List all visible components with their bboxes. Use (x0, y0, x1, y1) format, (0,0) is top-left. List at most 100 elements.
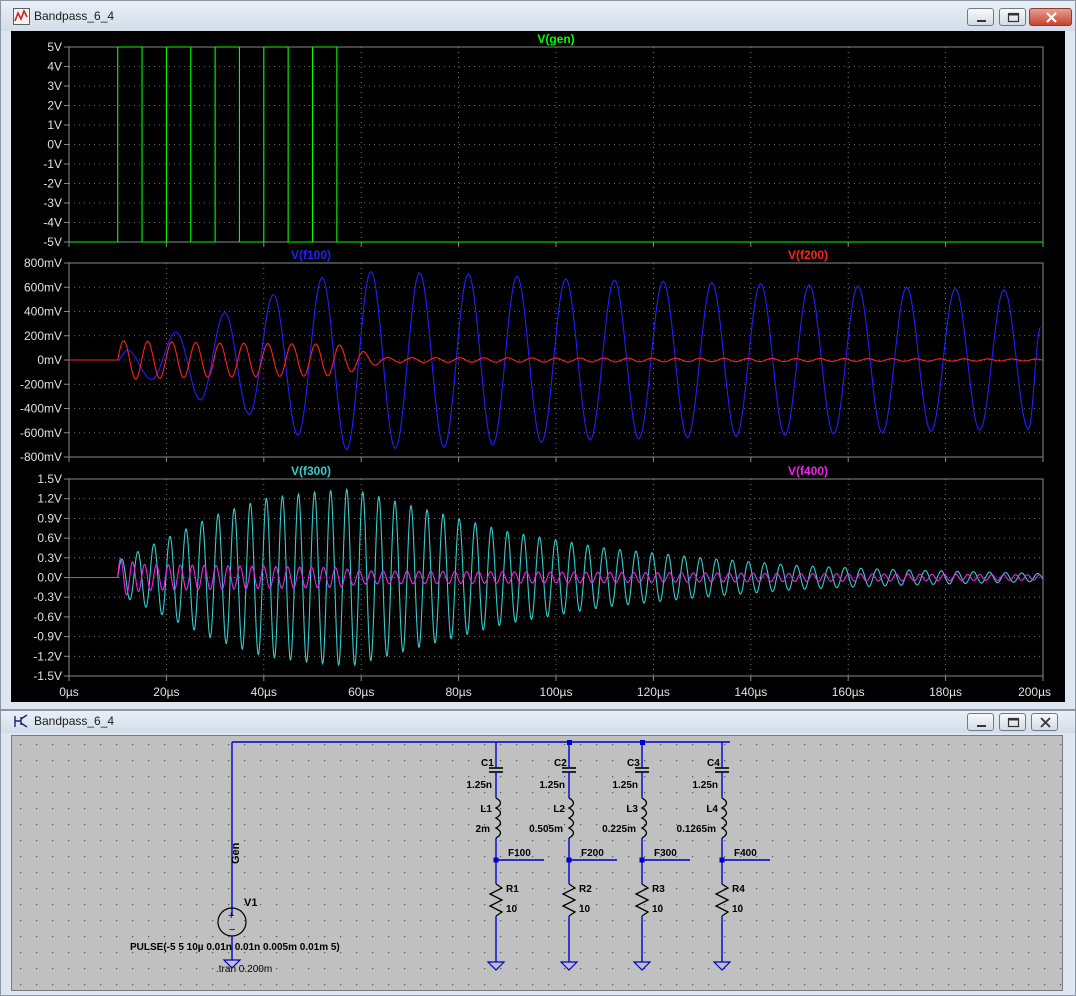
plot-pane-1: 5V 4V 3V 2V 1V 0V -1V -2V -3V -4V -5V V(gen) (43, 32, 1044, 249)
plot-pane[interactable]: 5V 4V 3V 2V 1V 0V -1V -2V -3V -4V -5V V(gen) 800mV 60… (11, 31, 1065, 702)
y-tick-label: 600mV (24, 280, 62, 294)
y-tick-label: 800mV (24, 256, 62, 270)
resistor-zigzag (634, 883, 650, 917)
capacitor-value-label: 1.25n (466, 780, 492, 791)
trace-label-vgen: V(gen) (537, 32, 574, 46)
y-tick-label: -5V (43, 235, 62, 249)
capacitor-value-label: 1.25n (692, 780, 718, 791)
resistor-ref-label: R1 (506, 884, 519, 895)
x-tick-label: 60µs (348, 685, 374, 699)
capacitor-value-label: 1.25n (539, 780, 565, 791)
y-tick-label: 1V (47, 118, 62, 132)
y-tick-label: -3V (43, 196, 62, 210)
x-tick-label: 200µs (1018, 685, 1051, 699)
x-tick-label: 80µs (445, 685, 471, 699)
minus-sign: − (229, 924, 235, 936)
capacitor-ref-label: C1 (481, 758, 494, 769)
source-value-label: PULSE(-5 5 10µ 0.01n 0.01n 0.005m 0.01m … (130, 942, 340, 953)
y-tick-label: 0.9V (37, 511, 62, 525)
inductor-value-label: 0.505m (529, 824, 563, 835)
net-label-f400: F400 (734, 848, 757, 859)
close-icon (1046, 12, 1057, 23)
y-tick-label: -0.9V (33, 630, 62, 644)
capacitor-value-label: 1.25n (612, 780, 638, 791)
capacitor-ref-label: C4 (707, 758, 720, 769)
trace-label-vf400: V(f400) (788, 464, 828, 478)
capacitor-ref-label: C3 (627, 758, 640, 769)
plus-sign: + (228, 910, 234, 922)
net-label-f100: F100 (508, 848, 531, 859)
close-button[interactable] (1029, 8, 1072, 26)
resistor-ref-label: R4 (732, 884, 745, 895)
resistor-value-label: 10 (732, 904, 744, 915)
waveform-window: Bandpass_6_4 5V 4V 3V 2V 1V 0V -1V -2V -3V -4V -5V… (0, 0, 1076, 710)
trace-label-vf100: V(f100) (291, 248, 331, 262)
inductor-value-label: 0.225m (602, 824, 636, 835)
plot-pane-2: 800mV 600mV 400mV 200mV 0mV -200mV -400mV -600m… (20, 248, 1044, 464)
resistor-ref-label: R3 (652, 884, 665, 895)
schematic-canvas[interactable]: + − V1 Gen PULSE(-5 5 10µ 0.01n 0.01n 0.005m… (11, 735, 1063, 991)
maximize-icon (1007, 12, 1020, 23)
schematic-close-button[interactable] (1031, 713, 1058, 731)
net-label-f200: F200 (581, 848, 604, 859)
y-tick-label: 1.2V (37, 492, 62, 506)
y-tick-label: -1.2V (33, 649, 62, 663)
y-tick-label: 1.5V (37, 472, 62, 486)
inductor-ref-label: L1 (480, 804, 492, 815)
inductor-ref-label: L4 (706, 804, 718, 815)
x-tick-label: 0µs (59, 685, 79, 699)
trace-label-vf200: V(f200) (788, 248, 828, 262)
minimize-icon (977, 20, 986, 22)
inductor-value-label: 0.1265m (677, 824, 717, 835)
y-tick-label: 4V (47, 60, 62, 74)
schematic-titlebar[interactable]: Bandpass_6_4 (1, 711, 1075, 733)
inductor-ref-label: L2 (553, 804, 565, 815)
y-tick-label: -200mV (20, 377, 62, 391)
resistor-value-label: 10 (506, 904, 518, 915)
y-tick-label: -2V (43, 177, 62, 191)
maximize-icon (1007, 717, 1020, 728)
y-tick-label: 0.6V (37, 531, 62, 545)
y-tick-label: -800mV (20, 450, 62, 464)
resistor-zigzag (488, 883, 504, 917)
x-tick-label: 20µs (153, 685, 179, 699)
minimize-icon (977, 725, 986, 727)
y-tick-label: 200mV (24, 329, 62, 343)
y-tick-label: -0.3V (33, 590, 62, 604)
x-tick-label: 100µs (540, 685, 573, 699)
y-tick-label: 0.0V (37, 571, 62, 585)
inductor-coil (720, 797, 728, 839)
waveform-icon (13, 8, 30, 25)
schematic-minimize-button[interactable] (967, 713, 994, 731)
x-tick-label: 40µs (251, 685, 277, 699)
capacitor-ref-label: C2 (554, 758, 567, 769)
y-tick-label: -1.5V (33, 669, 62, 683)
schematic-window-title: Bandpass_6_4 (34, 714, 115, 728)
y-tick-label: 0V (47, 138, 62, 152)
schematic-drawing[interactable]: +−V1GenPULSE(-5 5 10µ 0.01n 0.01n 0.005m… (12, 736, 1062, 990)
ground-icon (559, 961, 579, 971)
inductor-coil (640, 797, 648, 839)
schematic-maximize-button[interactable] (999, 713, 1026, 731)
inductor-ref-label: L3 (626, 804, 638, 815)
y-tick-label: -1V (43, 157, 62, 171)
schematic-window: Bandpass_6_4 + − V1 Gen PULSE(-5 5 10µ 0.01n… (0, 710, 1076, 996)
y-tick-label: 0.3V (37, 551, 62, 565)
source-ref-label: V1 (244, 897, 257, 909)
voltage-source-v1: +− (217, 907, 247, 937)
spice-directive: .tran 0.200m (216, 964, 272, 975)
net-label-f300: F300 (654, 848, 677, 859)
plot-canvas[interactable]: 5V 4V 3V 2V 1V 0V -1V -2V -3V -4V -5V V(gen) 800mV 60… (11, 31, 1065, 702)
schematic-icon (14, 714, 28, 728)
maximize-button[interactable] (999, 8, 1026, 26)
resistor-value-label: 10 (579, 904, 591, 915)
resistor-value-label: 10 (652, 904, 664, 915)
waveform-window-title: Bandpass_6_4 (34, 9, 115, 23)
y-tick-label: 2V (47, 99, 62, 113)
x-tick-label: 160µs (832, 685, 865, 699)
waveform-titlebar[interactable]: Bandpass_6_4 (1, 1, 1075, 31)
y-tick-label: 0mV (37, 353, 62, 367)
close-icon (1040, 717, 1051, 728)
minimize-button[interactable] (967, 8, 994, 26)
trace-label-vf300: V(f300) (291, 464, 331, 478)
